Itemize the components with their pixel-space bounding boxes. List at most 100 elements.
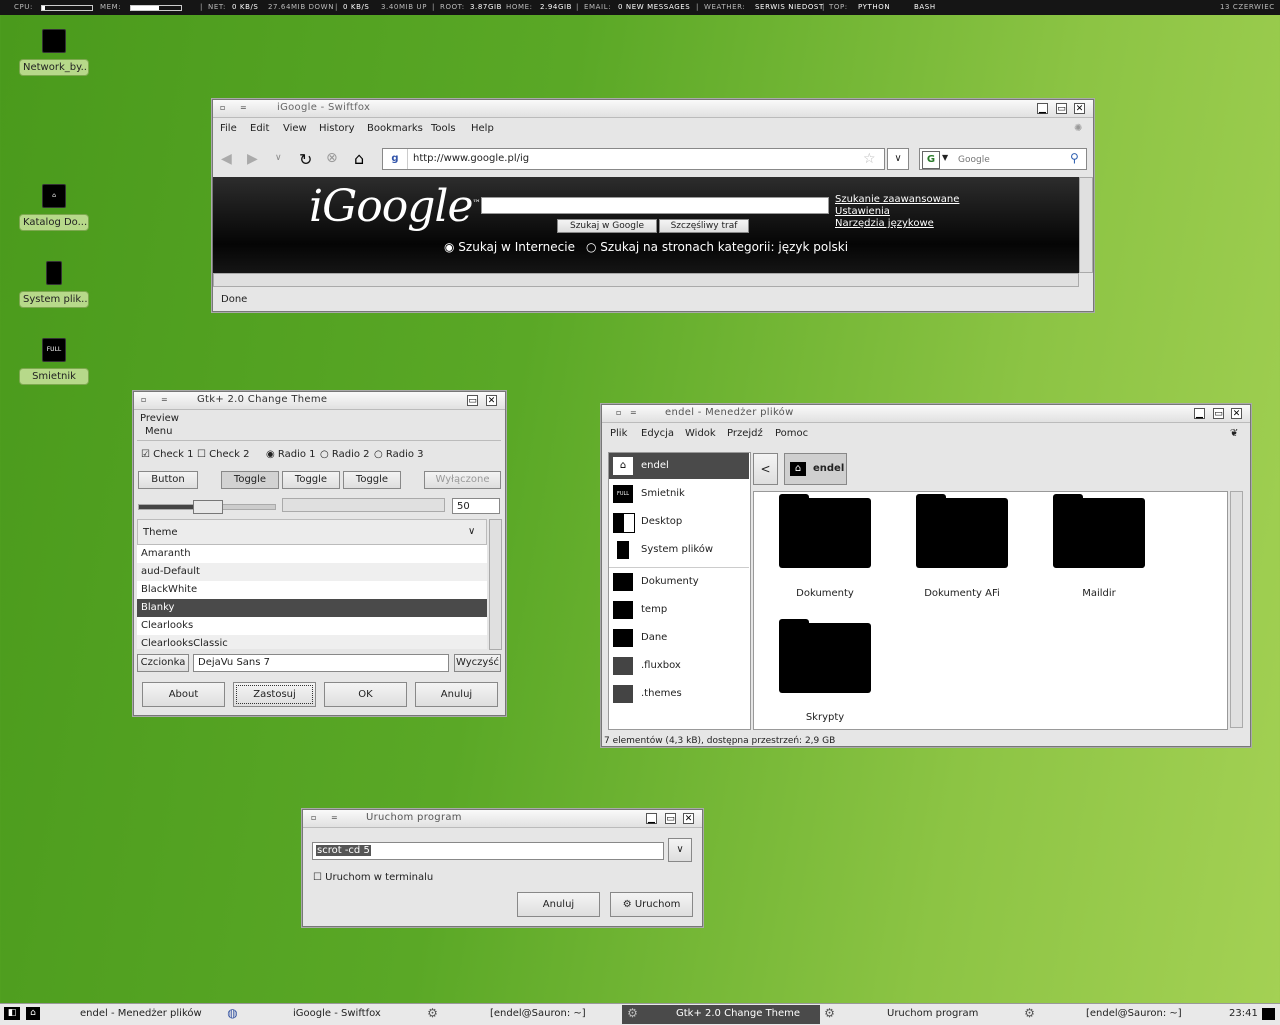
chevron-down-icon[interactable]: ▼: [942, 153, 948, 162]
folder-label[interactable]: Dokumenty: [755, 588, 895, 599]
maximize-icon[interactable]: ▭: [1213, 408, 1224, 419]
menu-help[interactable]: Help: [471, 123, 494, 134]
radio-3[interactable]: ○ Radio 3: [374, 449, 424, 460]
folder-icon[interactable]: [779, 494, 871, 568]
history-dropdown-icon[interactable]: ∨: [275, 153, 282, 163]
maximize-icon[interactable]: ▭: [665, 813, 676, 824]
menu-plik[interactable]: Plik: [610, 428, 627, 439]
shade-icon[interactable]: =: [161, 396, 168, 404]
close-icon[interactable]: ✕: [486, 395, 497, 406]
close-icon[interactable]: ✕: [1231, 408, 1242, 419]
menu-bookmarks[interactable]: Bookmarks: [367, 123, 423, 134]
folder-label[interactable]: Dokumenty AFi: [892, 588, 1032, 599]
url-history-dropdown[interactable]: ∨: [887, 148, 909, 170]
language-tools-link[interactable]: Narzędzia językowe: [835, 218, 934, 229]
shade-icon[interactable]: =: [331, 814, 338, 822]
bookmark-dokumenty[interactable]: Dokumenty: [609, 569, 749, 595]
cancel-button[interactable]: Anuluj: [517, 892, 600, 917]
bookmark-star-icon[interactable]: ☆: [863, 151, 876, 167]
window-menu-icon[interactable]: ▫: [311, 814, 318, 822]
lucky-button[interactable]: Szczęśliwy traf: [659, 219, 749, 233]
toggle-2[interactable]: Toggle: [282, 471, 340, 489]
radio-2[interactable]: ○ Radio 2: [320, 449, 370, 460]
search-box[interactable]: G ▼ ⚲: [919, 148, 1087, 170]
reload-icon[interactable]: ↻: [299, 150, 312, 169]
close-icon[interactable]: ✕: [1074, 103, 1085, 114]
bookmark-dane[interactable]: Dane: [609, 625, 749, 651]
task-browser[interactable]: iGoogle - Swiftfox: [293, 1008, 381, 1019]
desktop-icon-trash[interactable]: FULL Smietnik: [19, 338, 89, 385]
folder-icon[interactable]: [1053, 494, 1145, 568]
theme-row-selected[interactable]: Blanky: [137, 599, 487, 617]
radio-web[interactable]: ◉ Szukaj w Internecie: [444, 240, 575, 254]
task-terminal-1[interactable]: [endel@Sauron: ~]: [490, 1008, 586, 1019]
font-field[interactable]: DejaVu Sans 7: [193, 654, 449, 672]
google-search-button[interactable]: Szukaj w Google: [557, 219, 657, 233]
ok-button[interactable]: OK: [324, 682, 407, 707]
task-terminal-2[interactable]: [endel@Sauron: ~]: [1086, 1008, 1182, 1019]
font-button[interactable]: Czcionka: [137, 654, 189, 672]
theme-row[interactable]: Amaranth: [137, 545, 487, 563]
window-menu-icon[interactable]: ▫: [616, 409, 623, 417]
home-icon[interactable]: ⌂: [354, 149, 364, 168]
folder-label[interactable]: Skrypty: [755, 712, 895, 723]
menu-view[interactable]: View: [283, 123, 307, 134]
home-folder-icon[interactable]: ⌂: [26, 1007, 40, 1020]
stop-icon[interactable]: ⊗: [326, 150, 338, 166]
theme-row[interactable]: ClearlooksClassic: [137, 635, 487, 649]
search-engine-icon[interactable]: G: [922, 151, 940, 169]
search-input[interactable]: [956, 151, 1070, 168]
desktop-icon-filesystem[interactable]: System plik...: [19, 261, 89, 308]
tray-icon[interactable]: [1262, 1008, 1275, 1020]
run-titlebar[interactable]: ▫ = Uruchom program ▁ ▭ ✕: [303, 810, 702, 828]
folder-label[interactable]: Maildir: [1029, 588, 1169, 599]
window-menu-icon[interactable]: ▫: [220, 104, 227, 112]
search-icon[interactable]: ⚲: [1070, 151, 1079, 165]
icon-view-scrollbar[interactable]: [1230, 491, 1243, 728]
about-button[interactable]: About: [142, 682, 225, 707]
menu-history[interactable]: History: [319, 123, 355, 134]
place-trash[interactable]: FULL Smietnik: [609, 481, 749, 507]
run-button[interactable]: ⚙ Uruchom: [610, 892, 693, 917]
spin-button[interactable]: 50: [452, 498, 500, 514]
menu-edycja[interactable]: Edycja: [641, 428, 674, 439]
desktop-icon-network[interactable]: Network_by...: [19, 29, 89, 76]
url-bar[interactable]: g http://www.google.pl/ig ☆: [382, 148, 885, 170]
minimize-icon[interactable]: ▁: [1194, 408, 1205, 419]
check-2[interactable]: ☐ Check 2: [197, 449, 249, 460]
advanced-search-link[interactable]: Szukanie zaawansowane: [835, 194, 959, 205]
place-filesystem[interactable]: System plików: [609, 537, 749, 563]
theme-row[interactable]: Clearlooks: [137, 617, 487, 635]
apply-button[interactable]: Zastosuj: [233, 682, 316, 707]
maximize-icon[interactable]: ▭: [467, 395, 478, 406]
close-icon[interactable]: ✕: [683, 813, 694, 824]
theme-row[interactable]: aud-Default: [137, 563, 487, 581]
task-theme-active[interactable]: ⚙ Gtk+ 2.0 Change Theme: [622, 1005, 820, 1024]
theme-list-header[interactable]: Theme ∨: [137, 519, 487, 545]
cancel-button[interactable]: Anuluj: [415, 682, 498, 707]
desktop-icon-home[interactable]: ⌂ Katalog Do...: [19, 184, 89, 231]
menu-widok[interactable]: Widok: [685, 428, 716, 439]
horizontal-scrollbar[interactable]: [213, 273, 1079, 287]
theme-list-scrollbar[interactable]: [489, 519, 502, 650]
task-run-dialog[interactable]: Uruchom program: [887, 1008, 978, 1019]
terminal-checkbox[interactable]: ☐ Uruchom w terminalu: [313, 872, 433, 883]
path-button-home[interactable]: ⌂ endel: [784, 453, 847, 485]
menu-pomoc[interactable]: Pomoc: [775, 428, 808, 439]
file-manager-titlebar[interactable]: ▫ = endel - Menedżer plików ▁ ▭ ✕: [602, 405, 1250, 423]
minimize-icon[interactable]: ▁: [1037, 103, 1048, 114]
folder-icon[interactable]: [779, 619, 871, 693]
toggle-3[interactable]: Toggle: [343, 471, 401, 489]
workspace-icon[interactable]: ◧: [4, 1007, 20, 1020]
google-search-input[interactable]: [481, 197, 829, 214]
radio-1[interactable]: ◉ Radio 1: [266, 449, 316, 460]
bookmark-temp[interactable]: temp: [609, 597, 749, 623]
place-home[interactable]: ⌂ endel: [609, 453, 749, 479]
browser-titlebar[interactable]: ▫ = iGoogle - Swiftfox ▁ ▭ ✕: [213, 100, 1093, 118]
bookmark-fluxbox[interactable]: .fluxbox: [609, 653, 749, 679]
menu-przejdz[interactable]: Przejdź: [727, 428, 763, 439]
place-desktop[interactable]: Desktop: [609, 509, 749, 535]
settings-link[interactable]: Ustawienia: [835, 206, 890, 217]
bookmark-themes[interactable]: .themes: [609, 681, 749, 707]
preview-slider[interactable]: [138, 500, 276, 514]
